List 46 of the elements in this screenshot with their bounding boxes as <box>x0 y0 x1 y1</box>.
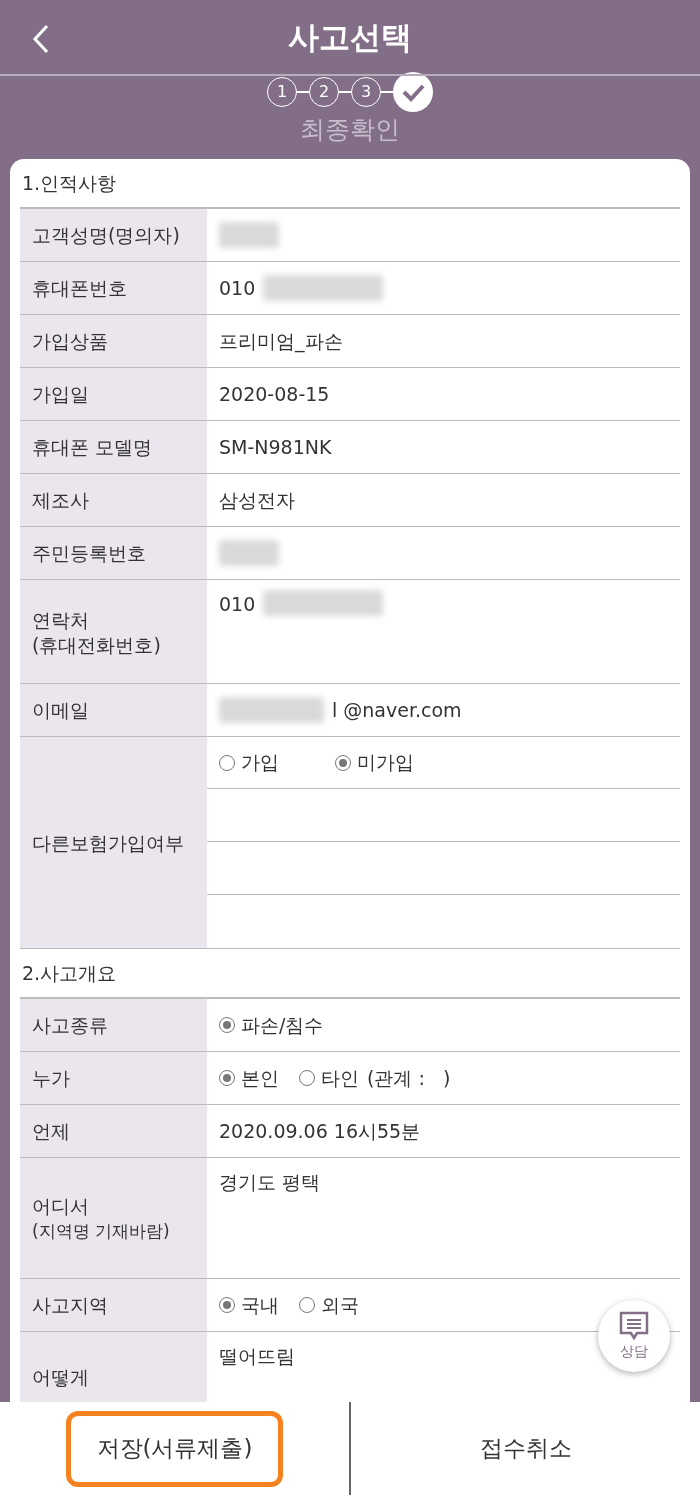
row-value: SM-N981NK <box>219 434 332 460</box>
row-label: 주민등록번호 <box>32 541 147 566</box>
action-button[interactable]: 접수취소 <box>448 1410 603 1487</box>
relation-note: (관계 : ) <box>367 1065 451 1091</box>
row-value: 떨어뜨림 <box>219 1344 295 1369</box>
row-label: 제조사 <box>32 488 90 513</box>
chat-icon <box>618 1310 650 1341</box>
row-value: l @naver.com <box>332 697 462 723</box>
row-label: 휴대폰 모델명 <box>32 435 154 460</box>
row-label: 사고지역 <box>32 1293 109 1318</box>
radio-label: 국내 <box>241 1292 279 1318</box>
row-label: 사고종류 <box>32 1013 109 1038</box>
blurred-text <box>219 540 279 566</box>
row-sublabel: (지역명 기재바람) <box>32 1220 171 1243</box>
radio-label: 가입 <box>241 750 279 776</box>
row-value: 경기도 평택 <box>219 1170 321 1195</box>
row-value: 2020.09.06 16시55분 <box>219 1118 421 1144</box>
row-label: 이메일 <box>32 698 90 723</box>
radio-label: 타인 <box>321 1065 359 1091</box>
row-label: 가입상품 <box>32 329 109 354</box>
step-caption: 최종확인 <box>300 114 400 146</box>
row-sublabel: (휴대전화번호) <box>32 632 162 657</box>
page-title: 사고선택 <box>288 17 412 57</box>
row-label: 고객성명(명의자) <box>32 223 181 248</box>
back-icon[interactable] <box>32 24 50 54</box>
section-title: 2.사고개요 <box>21 960 118 986</box>
action-button[interactable]: 저장(서류제출) <box>65 1410 284 1487</box>
row-label: 어떻게 <box>32 1365 90 1390</box>
row-value: 2020-08-15 <box>219 381 330 407</box>
row-label: 휴대폰번호 <box>32 276 128 301</box>
radio-label: 미가입 <box>357 750 414 776</box>
row-value: 010 <box>219 275 256 301</box>
row-label: 다른보험가입여부 <box>32 830 185 856</box>
section-title: 1.인적사항 <box>21 170 118 196</box>
radio-label: 외국 <box>321 1292 359 1318</box>
row-label: 언제 <box>32 1119 71 1144</box>
row-label: 가입일 <box>32 382 90 407</box>
row-value: 프리미엄_파손 <box>219 328 343 355</box>
radio-label: 파손/침수 <box>241 1012 324 1038</box>
radio-label: 본인 <box>241 1065 279 1091</box>
blurred-text <box>219 222 279 248</box>
row-value: 010 <box>219 592 256 617</box>
row-label: 연락처 <box>32 607 90 633</box>
row-value: 삼성전자 <box>219 487 295 513</box>
row-label: 어디서 <box>32 1194 90 1219</box>
row-label: 누가 <box>32 1066 71 1091</box>
